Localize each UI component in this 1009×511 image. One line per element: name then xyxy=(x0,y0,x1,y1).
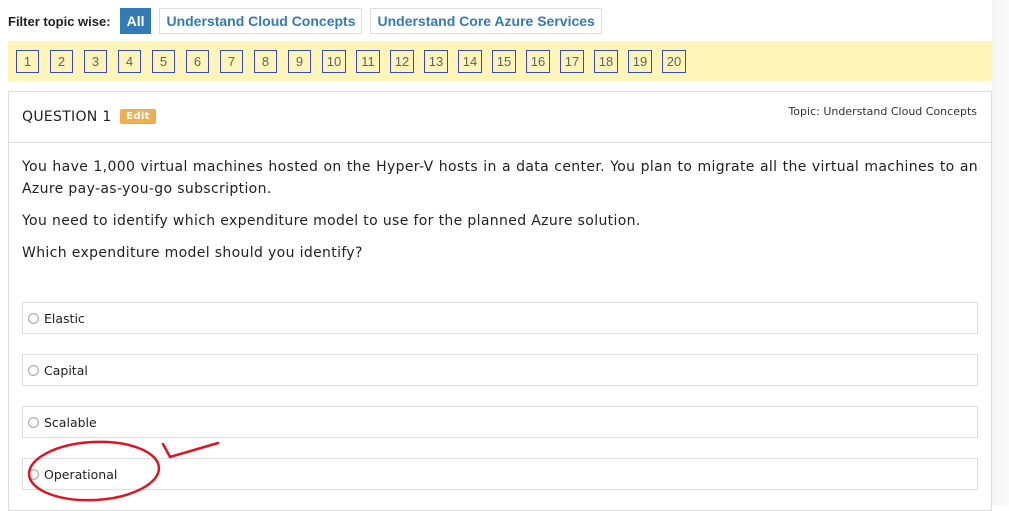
radio-button[interactable] xyxy=(28,468,39,480)
page-button[interactable]: 20 xyxy=(662,49,686,73)
page-button[interactable]: 8 xyxy=(254,49,277,73)
page-button[interactable]: 19 xyxy=(628,49,652,73)
filter-all-button[interactable]: All xyxy=(119,8,152,34)
radio-button[interactable] xyxy=(28,364,39,376)
choice-label: Operational xyxy=(44,466,118,482)
question-card: QUESTION 1 Edit Topic: Understand Cloud … xyxy=(8,91,992,511)
question-header: QUESTION 1 Edit Topic: Understand Cloud … xyxy=(9,92,991,143)
page-button[interactable]: 6 xyxy=(186,49,209,73)
radio-button[interactable] xyxy=(28,416,39,428)
answer-choices: Elastic Capital Scalable Operational xyxy=(22,302,978,510)
page-button[interactable]: 18 xyxy=(594,49,618,73)
question-topic: Topic: Understand Cloud Concepts xyxy=(788,105,977,118)
radio-button[interactable] xyxy=(28,312,39,324)
page-button[interactable]: 12 xyxy=(390,49,414,73)
page-button[interactable]: 15 xyxy=(492,49,516,73)
page-button[interactable]: 10 xyxy=(322,49,346,73)
question-pager: 1 2 3 4 5 6 7 8 9 10 11 12 13 14 15 16 17 18 19 20 xyxy=(8,41,992,81)
page-button[interactable]: 4 xyxy=(118,49,141,73)
choice-scalable[interactable]: Scalable xyxy=(22,406,978,438)
page-button[interactable]: 14 xyxy=(458,49,482,73)
topic-filter: Filter topic wise: All Understand Cloud … xyxy=(8,8,610,34)
page-button[interactable]: 1 xyxy=(16,49,39,73)
page-button[interactable]: 13 xyxy=(424,49,448,73)
filter-core-azure-services-button[interactable]: Understand Core Azure Services xyxy=(370,8,602,34)
page-button[interactable]: 2 xyxy=(50,49,73,73)
page-button[interactable]: 17 xyxy=(560,49,584,73)
question-paragraph: You have 1,000 virtual machines hosted o… xyxy=(22,159,978,197)
page-scroll-gutter xyxy=(992,0,1009,505)
choice-label: Capital xyxy=(44,362,88,378)
question-paragraph: Which expenditure model should you ident… xyxy=(22,245,363,261)
filter-label: Filter topic wise: xyxy=(8,13,111,29)
page-button[interactable]: 11 xyxy=(356,49,380,73)
page-button[interactable]: 7 xyxy=(220,49,243,73)
question-paragraph: You need to identify which expenditure m… xyxy=(22,213,641,229)
edit-button[interactable]: Edit xyxy=(120,109,156,124)
choice-label: Scalable xyxy=(44,414,97,430)
page-button[interactable]: 16 xyxy=(526,49,550,73)
question-title: QUESTION 1 Edit xyxy=(22,109,156,125)
filter-cloud-concepts-button[interactable]: Understand Cloud Concepts xyxy=(159,8,363,34)
choice-elastic[interactable]: Elastic xyxy=(22,302,978,334)
choice-label: Elastic xyxy=(44,310,85,326)
page-button[interactable]: 9 xyxy=(288,49,311,73)
choice-capital[interactable]: Capital xyxy=(22,354,978,386)
question-number: QUESTION 1 xyxy=(22,109,112,125)
page-button[interactable]: 3 xyxy=(84,49,107,73)
page-button[interactable]: 5 xyxy=(152,49,175,73)
question-body: You have 1,000 virtual machines hosted o… xyxy=(9,143,991,264)
choice-operational[interactable]: Operational xyxy=(22,458,978,490)
